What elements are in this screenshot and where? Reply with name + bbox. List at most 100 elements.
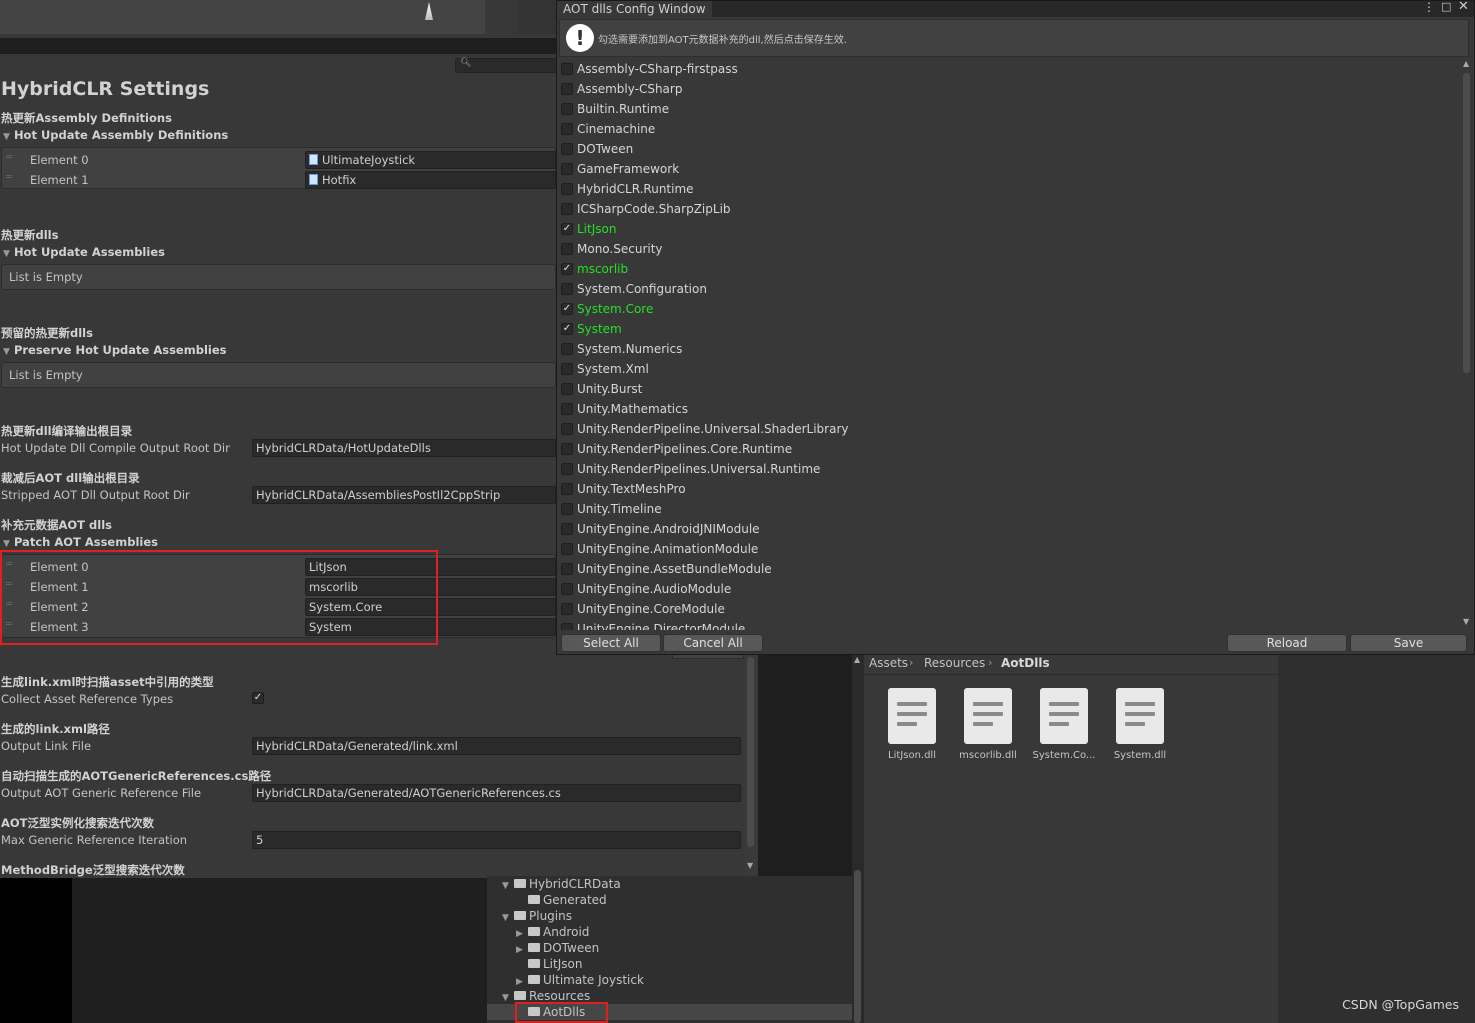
tree-folder-item[interactable]: ▼ Plugins	[502, 909, 572, 923]
assembly-checkbox[interactable]: ✓	[561, 323, 573, 335]
assembly-checkbox[interactable]	[561, 243, 573, 255]
assembly-checkbox[interactable]	[561, 443, 573, 455]
dll-file-icon[interactable]	[1040, 688, 1088, 744]
file-name[interactable]: mscorlib.dll	[950, 750, 1026, 761]
assembly-item[interactable]: Builtin.Runtime	[559, 99, 1439, 119]
assembly-item[interactable]: UnityEngine.AnimationModule	[559, 539, 1439, 559]
assembly-checkbox[interactable]	[561, 63, 573, 75]
hot-asmdef-foldout[interactable]: ▼ Hot Update Assembly Definitions	[3, 128, 228, 142]
inspector-search-field[interactable]: 🔍︎	[455, 58, 558, 73]
assembly-checkbox[interactable]	[561, 483, 573, 495]
dll-file-icon[interactable]	[888, 688, 936, 744]
aotgen-field[interactable]: HybridCLRData/Generated/AOTGenericRefere…	[252, 784, 741, 802]
assembly-item[interactable]: ICSharpCode.SharpZipLib	[559, 199, 1439, 219]
select-all-button[interactable]: Select All	[561, 634, 661, 652]
tree-folder-item[interactable]: ▶ Android	[516, 925, 589, 939]
preserve-foldout[interactable]: ▼ Preserve Hot Update Assemblies	[3, 343, 226, 357]
assembly-item[interactable]: Unity.RenderPipelines.Universal.Runtime	[559, 459, 1439, 479]
kebab-menu-icon[interactable]: ⋮	[1423, 0, 1435, 14]
assembly-checkbox[interactable]	[561, 603, 573, 615]
collect-checkbox[interactable]: ✓	[252, 692, 264, 704]
assembly-checkbox[interactable]	[561, 523, 573, 535]
assembly-list-scrollbar-thumb[interactable]	[1463, 73, 1470, 373]
assembly-checkbox[interactable]	[561, 343, 573, 355]
breadcrumb-aotdlls[interactable]: AotDlls	[1001, 656, 1050, 670]
assembly-checkbox[interactable]	[561, 123, 573, 135]
assembly-item[interactable]: DOTween	[559, 139, 1439, 159]
tree-expand-arrow-icon[interactable]: ▶	[516, 977, 528, 987]
window-tab[interactable]: AOT dlls Config Window	[557, 1, 712, 17]
tree-expand-arrow-icon[interactable]: ▶	[516, 945, 528, 955]
maximize-icon[interactable]: □	[1441, 0, 1451, 13]
assembly-checkbox[interactable]	[561, 143, 573, 155]
assembly-checkbox[interactable]	[561, 583, 573, 595]
assembly-item[interactable]: Assembly-CSharp-firstpass	[559, 59, 1439, 79]
drag-handle-icon[interactable]: ═	[6, 152, 12, 163]
breadcrumb-assets[interactable]: Assets	[869, 656, 908, 670]
reload-button[interactable]: Reload	[1227, 634, 1347, 652]
assembly-checkbox[interactable]	[561, 363, 573, 375]
assembly-list-scrollbar[interactable]: ▲ ▼	[1461, 59, 1473, 630]
asmdef-object-field[interactable]: UltimateJoystick	[305, 151, 556, 169]
file-name[interactable]: System.dll	[1102, 750, 1178, 761]
assembly-item[interactable]: System.Configuration	[559, 279, 1439, 299]
tree-expand-arrow-icon[interactable]: ▼	[502, 881, 514, 891]
assembly-item[interactable]: Unity.RenderPipelines.Core.Runtime	[559, 439, 1439, 459]
scroll-up-arrow-icon[interactable]: ▲	[854, 655, 860, 664]
scroll-down-arrow-icon[interactable]: ▼	[1463, 617, 1469, 626]
scene-view[interactable]	[0, 0, 485, 34]
assembly-checkbox[interactable]: ✓	[561, 223, 573, 235]
assembly-checkbox[interactable]	[561, 163, 573, 175]
tree-folder-item[interactable]: ▼ Resources	[502, 989, 590, 1003]
assembly-item[interactable]: GameFramework	[559, 159, 1439, 179]
assembly-checkbox[interactable]	[561, 623, 573, 630]
cancel-all-button[interactable]: Cancel All	[663, 634, 763, 652]
tree-expand-arrow-icon[interactable]: ▶	[516, 929, 528, 939]
dll-file-icon[interactable]	[1116, 688, 1164, 744]
assembly-checkbox[interactable]	[561, 563, 573, 575]
assembly-item[interactable]: ✓ mscorlib	[559, 259, 1439, 279]
close-icon[interactable]: ✕	[1458, 0, 1469, 14]
inspector-scrollbar[interactable]: ▼	[745, 655, 757, 876]
assembly-item[interactable]: Unity.RenderPipeline.Universal.ShaderLib…	[559, 419, 1439, 439]
dll-file-icon[interactable]	[964, 688, 1012, 744]
assembly-checkbox[interactable]	[561, 463, 573, 475]
assembly-item[interactable]: ✓ System	[559, 319, 1439, 339]
assembly-item[interactable]: UnityEngine.DirectorModule	[559, 619, 1439, 630]
assembly-item[interactable]: System.Numerics	[559, 339, 1439, 359]
assembly-item[interactable]: Unity.Mathematics	[559, 399, 1439, 419]
tree-folder-item[interactable]: ▶ DOTween	[516, 941, 599, 955]
tree-expand-arrow-icon[interactable]: ▼	[502, 993, 514, 1003]
assembly-checkbox[interactable]	[561, 543, 573, 555]
tree-folder-item[interactable]: ▼ HybridCLRData	[502, 877, 621, 891]
assembly-item[interactable]: Assembly-CSharp	[559, 79, 1439, 99]
assembly-item[interactable]: System.Xml	[559, 359, 1439, 379]
assembly-checkbox[interactable]: ✓	[561, 303, 573, 315]
assembly-checkbox[interactable]	[561, 403, 573, 415]
assembly-item[interactable]: Unity.Burst	[559, 379, 1439, 399]
assembly-item[interactable]: UnityEngine.AssetBundleModule	[559, 559, 1439, 579]
tree-expand-arrow-icon[interactable]: ▼	[502, 913, 514, 923]
file-name[interactable]: LitJson.dll	[874, 750, 950, 761]
patch-foldout[interactable]: ▼ Patch AOT Assemblies	[3, 535, 158, 549]
save-button[interactable]: Save	[1350, 634, 1467, 652]
tree-folder-item[interactable]: AotDlls	[516, 1005, 585, 1019]
assembly-item[interactable]: Cinemachine	[559, 119, 1439, 139]
scroll-up-arrow-icon[interactable]: ▲	[1463, 59, 1469, 68]
tree-folder-item[interactable]: ▶ Ultimate Joystick	[516, 973, 644, 987]
assembly-item[interactable]: ✓ System.Core	[559, 299, 1439, 319]
assembly-item[interactable]: Mono.Security	[559, 239, 1439, 259]
assembly-checkbox[interactable]	[561, 83, 573, 95]
assembly-item[interactable]: Unity.Timeline	[559, 499, 1439, 519]
inspector-scrollbar-thumb[interactable]	[747, 657, 754, 847]
iter-field[interactable]: 5	[252, 831, 741, 849]
assembly-checkbox[interactable]	[561, 103, 573, 115]
drag-handle-icon[interactable]: ═	[6, 172, 12, 183]
assembly-checkbox[interactable]	[561, 183, 573, 195]
tree-folder-item[interactable]: LitJson	[516, 957, 582, 971]
assembly-item[interactable]: HybridCLR.Runtime	[559, 179, 1439, 199]
assembly-item[interactable]: UnityEngine.AndroidJNIModule	[559, 519, 1439, 539]
asmdef-object-field[interactable]: Hotfix	[305, 171, 556, 189]
project-scrollbar[interactable]: ▲	[852, 655, 864, 1023]
assembly-checkbox[interactable]	[561, 423, 573, 435]
